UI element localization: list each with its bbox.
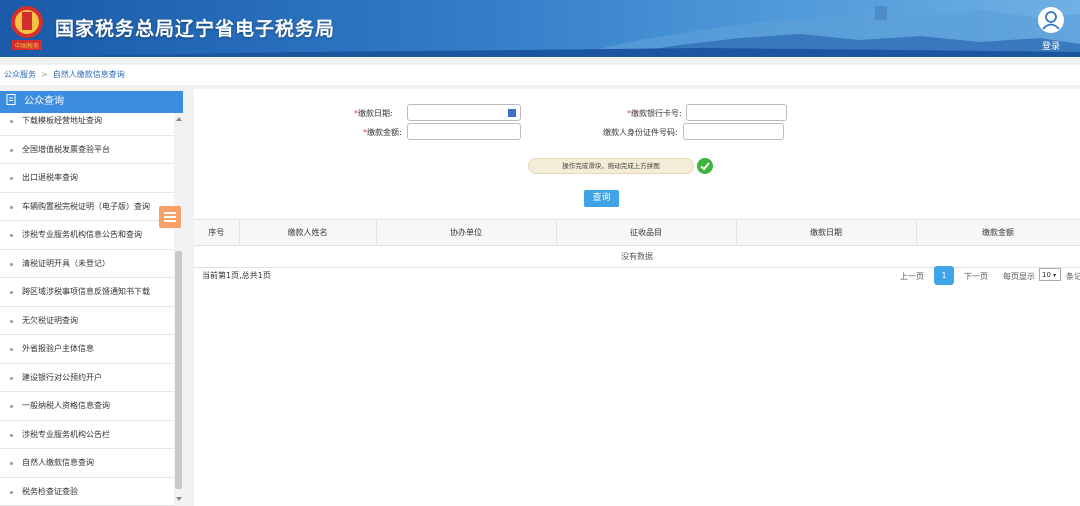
user-icon [1038,7,1064,33]
table-header-row: 序号 缴款人姓名 协办单位 征收品目 缴款日期 缴款金额 [194,219,1080,246]
sidebar: 下载模板经营地址查询 全国增值税发票查验平台 出口退税率查询 车辆购置税完税证明… [0,91,183,506]
document-icon [6,92,16,105]
column-header: 征收品目 [556,219,737,246]
tax-emblem-icon: 中国税务 [8,4,46,52]
payment-date-label: *缴款日期: [354,109,393,118]
site-header: 中国税务 国家税务总局辽宁省电子税务局 登录 [0,0,1080,57]
sidebar-item[interactable]: 涉税专业服务机构公告栏 [0,421,174,449]
results-table: 序号 缴款人姓名 协办单位 征收品目 缴款日期 缴款金额 没有数据 [194,219,1080,268]
check-icon [697,158,713,174]
payment-amount-label: *缴款金额: [363,128,402,137]
sidebar-item[interactable]: 车辆购置税完税证明（电子版）查询 [0,193,174,221]
sidebar-header[interactable]: 公众查询 [0,91,183,113]
sidebar-item[interactable]: 一般纳税人资格信息查询 [0,392,174,421]
sidebar-title: 公众查询 [24,96,64,107]
sidebar-item[interactable]: 外省报验户主体信息 [0,335,174,364]
sidebar-item[interactable]: 全国增值税发票查验平台 [0,136,174,164]
content-background [194,286,1080,506]
page-number-button[interactable]: 1 [934,266,954,285]
sidebar-item[interactable]: 清税证明开具（未登记） [0,250,174,278]
chevron-down-icon: ▾ [1053,272,1057,279]
per-page-label: 每页显示 [1003,272,1035,281]
scrollbar-thumb[interactable] [175,251,182,489]
breadcrumb-current: 自然人缴款信息查询 [52,70,125,79]
per-page-suffix: 条记 [1066,272,1080,281]
main-panel: *缴款日期: *缴款银行卡号: *缴款金额: 缴款人身份证件号码: 操作完成滑块… [194,89,1080,506]
per-page-select[interactable]: 10 ▾ [1039,268,1061,281]
slider-captcha[interactable]: 操作完成滑块，拖动完成上方拼图 [528,158,694,174]
sidebar-item[interactable]: 涉税专业服务机构信息公告和查询 [0,221,174,250]
login-label: 登录 [1041,42,1060,52]
column-header: 缴款人姓名 [239,219,377,246]
scroll-up-arrow-icon[interactable] [176,117,182,121]
svg-text:中国税务: 中国税务 [15,42,39,50]
bank-card-label: *缴款银行卡号: [627,109,682,118]
scroll-down-arrow-icon[interactable] [176,497,182,501]
sidebar-menu: 下载模板经营地址查询 全国增值税发票查验平台 出口退税率查询 车辆购置税完税证明… [0,107,174,506]
sidebar-item[interactable]: 自然人缴款信息查询 [0,449,174,478]
menu-toggle-icon[interactable] [159,206,181,228]
next-page-button[interactable]: 下一页 [964,271,988,282]
column-header: 序号 [194,219,240,246]
page-summary: 当前第1页,总共1页 [202,271,271,280]
table-row: 没有数据 [194,245,1080,268]
column-header: 缴款日期 [736,219,917,246]
id-number-label: 缴款人身份证件号码: [603,128,678,137]
bank-card-input[interactable] [686,104,787,121]
site-title: 国家税务总局辽宁省电子税务局 [55,18,336,40]
prev-page-button[interactable]: 上一页 [900,271,924,282]
calendar-icon[interactable] [508,109,516,117]
sidebar-item[interactable]: 税务检查证查验 [0,478,174,506]
sidebar-item[interactable]: 跨区域涉税事项信息反馈通知书下载 [0,278,174,307]
payment-amount-input[interactable] [407,123,521,140]
login-button[interactable]: 登录 [1036,7,1066,52]
column-header: 缴款金额 [916,219,1080,246]
column-header: 协办单位 [376,219,557,246]
id-number-input[interactable] [683,123,784,140]
breadcrumb-home[interactable]: 公众服务 [4,70,36,79]
breadcrumb-separator: > [41,70,48,79]
query-button[interactable]: 查询 [584,190,619,207]
payment-date-input[interactable] [407,104,521,121]
sidebar-item[interactable]: 无欠税证明查询 [0,307,174,335]
breadcrumb: 公众服务 > 自然人缴款信息查询 [0,65,1080,85]
empty-message: 没有数据 [194,245,1080,268]
sidebar-scrollbar[interactable] [174,113,183,506]
sidebar-item[interactable]: 出口退税率查询 [0,164,174,193]
sidebar-item[interactable]: 建设银行对公预约开户 [0,364,174,392]
